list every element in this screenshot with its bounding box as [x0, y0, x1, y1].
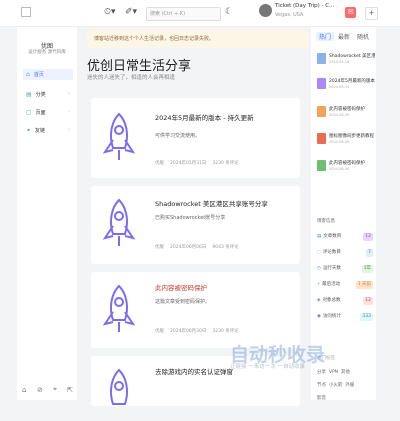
location-icon[interactable]: ⌖	[53, 385, 57, 394]
rss-icon[interactable]: ⊘	[37, 386, 43, 394]
tag[interactable]: 节点	[317, 383, 326, 388]
search-input[interactable]: 搜索 (Ctrl + K)	[146, 7, 221, 21]
post-thumb	[317, 53, 326, 64]
tag[interactable]: 影音	[317, 396, 326, 401]
stat-row: ◈ 对象总数 12	[317, 297, 373, 305]
doc-icon: ▤	[317, 234, 322, 239]
rocket-icon	[110, 368, 128, 405]
tab-latest[interactable]: 最新	[338, 32, 350, 41]
post-thumb	[317, 133, 326, 144]
rocket-icon	[102, 112, 136, 160]
sidebar-item-category[interactable]: ▤ 分类 ›	[23, 89, 73, 100]
list-item-date: 2024-05-31	[329, 85, 350, 89]
chevron-right-icon: ›	[68, 127, 70, 133]
top-bar: ⏲▾ ✐▾ 搜索 (Ctrl + K) ☾ Ticket (Day Trip) …	[0, 0, 400, 27]
post-title[interactable]: 此内容被密码保护	[155, 282, 207, 292]
visit-icon: ◉	[317, 314, 321, 319]
page-icon: ▢	[26, 109, 32, 116]
object-icon: ◈	[317, 298, 321, 303]
category-icon: ▤	[26, 91, 32, 98]
history-icon[interactable]: ⏲▾	[104, 6, 116, 18]
post-title[interactable]: 2024年5月最新的版本 - 持久更新	[155, 112, 254, 122]
tab-hot[interactable]: 热门	[316, 32, 335, 41]
page-title: 优创日常生活分享	[87, 59, 192, 74]
message-icon[interactable]: ✉	[345, 7, 356, 18]
clock-icon: ◷	[317, 266, 321, 271]
stat-row: ▤ 文章数目 12	[317, 233, 373, 241]
tag-row: 分享 VPN 其他	[317, 369, 350, 375]
compass-icon[interactable]: ✐▾	[125, 6, 137, 18]
page-subtitle: 迷失的人迷失了，相逢的人会再相逢	[87, 75, 176, 81]
now-playing-title[interactable]: Ticket (Day Trip) - C...	[275, 3, 334, 9]
tag-row: 影音	[317, 395, 326, 401]
list-item[interactable]: 此内容被密码保护 2024-06-30	[317, 159, 375, 173]
add-icon[interactable]: +	[365, 7, 378, 20]
avatar[interactable]	[259, 4, 272, 17]
post-card[interactable]: 2024年5月最新的版本 - 持久更新 可供学习交流使用。 优版 2024年05月…	[91, 98, 300, 178]
list-item[interactable]: Shadowrocket 美区港区共 2024-04-14	[317, 52, 375, 66]
list-item-title[interactable]: 此内容被密码保护	[329, 106, 375, 112]
post-meta: 优版 2024年05月31日 3230 条评论	[155, 161, 239, 166]
activity-icon: ⚡	[317, 282, 321, 287]
chevron-right-icon: ›	[68, 91, 70, 97]
comment-icon: ◌	[317, 250, 321, 255]
list-item-date: 2024-06-30	[329, 113, 350, 117]
tab-random[interactable]: 随机	[357, 32, 369, 41]
post-card[interactable]: 此内容被密码保护 这篇文章受到密码保护。 优版 2024年06月30日 3230 条…	[91, 272, 300, 348]
list-item-date: 2024-06-09	[329, 140, 350, 144]
post-card[interactable]: Shadowrocket 美区港区共享账号分享 已购买Shadowrocket账…	[91, 186, 300, 264]
post-thumb	[317, 78, 326, 89]
tag[interactable]: 分享	[317, 370, 326, 375]
stat-row: ⚡ 最后活动 1 天前	[317, 281, 373, 289]
tag[interactable]: 外服	[345, 383, 354, 388]
list-item-title[interactable]: Shadowrocket 美区港区共	[329, 53, 375, 59]
post-thumb	[317, 160, 326, 171]
list-item[interactable]: 2024年5月最新的版本 2024-05-31	[317, 77, 375, 91]
list-item-title[interactable]: 2024年5月最新的版本	[329, 78, 375, 84]
stat-row: ◉ 访问统计 333	[317, 313, 373, 321]
stats-title: 博客信息	[317, 219, 335, 224]
post-excerpt: 已购买Shadowrocket账号分享	[155, 215, 226, 221]
tag[interactable]: VPN	[329, 370, 338, 375]
list-item-date: 2024-06-30	[329, 167, 350, 171]
notice-bar: 博客站迁移到这个个人生活记录，也回日志记录失败。	[87, 30, 309, 48]
sidebar-item-home[interactable]: ⌂ 首页	[23, 69, 73, 80]
now-playing-sub: Vegas, USA	[275, 12, 304, 18]
link-icon: ⚭	[26, 127, 32, 134]
post-tabs: 热门 最新 随机	[311, 32, 376, 42]
dark-mode-icon[interactable]: ☾	[225, 6, 233, 18]
sidebar-item-page[interactable]: ▢ 页面 ›	[23, 107, 73, 118]
post-meta: 优版 2024年06月06日 9043 条评论	[155, 245, 239, 250]
post-title[interactable]: Shadowrocket 美区港区共享账号分享	[155, 198, 268, 208]
share-icon[interactable]: ⇱	[67, 386, 73, 394]
post-meta: 优版 2024年06月30日 3230 条评论	[155, 329, 239, 334]
logo[interactable]	[21, 7, 31, 17]
rocket-icon	[102, 284, 136, 332]
list-item-date: 2024-04-14	[329, 60, 350, 64]
home-footer-icon[interactable]: ⌂	[22, 386, 26, 394]
sidebar-item-links[interactable]: ⚭ 友链 ›	[23, 125, 73, 136]
post-excerpt: 可供学习交流使用。	[155, 133, 201, 139]
watermark-sub: 让链接 一来访一次 一自动收录	[230, 364, 305, 370]
tag[interactable]: 其他	[341, 370, 350, 375]
list-item-title[interactable]: 此内容被密码保护	[329, 160, 375, 166]
list-item-title[interactable]: 图标图像同步更新教程	[329, 133, 375, 139]
post-excerpt: 这篇文章受到密码保护。	[155, 299, 211, 305]
stat-row: ◌ 评论数目 7	[317, 249, 373, 257]
tag-row: 节点 小火箭 外服	[317, 382, 354, 388]
chevron-right-icon: ›	[68, 109, 70, 115]
list-item[interactable]: 此内容被密码保护 2024-06-30	[317, 105, 375, 119]
left-sidebar: 优图 设计服务 源代码库 ⌂ 首页 ▤ 分类 › ▢ 页面 › ⚭ 友链 › ⌂ ⊘ ⌖ ⇱	[17, 27, 77, 400]
post-title[interactable]: 去除游戏内的实名认证弹窗	[155, 366, 233, 376]
site-desc: 设计服务 源代码库	[28, 50, 66, 55]
rocket-icon	[102, 198, 136, 246]
stat-row: ◷ 运行天数 1年	[317, 265, 373, 273]
tag[interactable]: 小火箭	[329, 383, 343, 388]
post-thumb	[317, 106, 326, 117]
home-icon: ⌂	[26, 71, 30, 78]
list-item[interactable]: 图标图像同步更新教程 2024-06-09	[317, 132, 375, 146]
